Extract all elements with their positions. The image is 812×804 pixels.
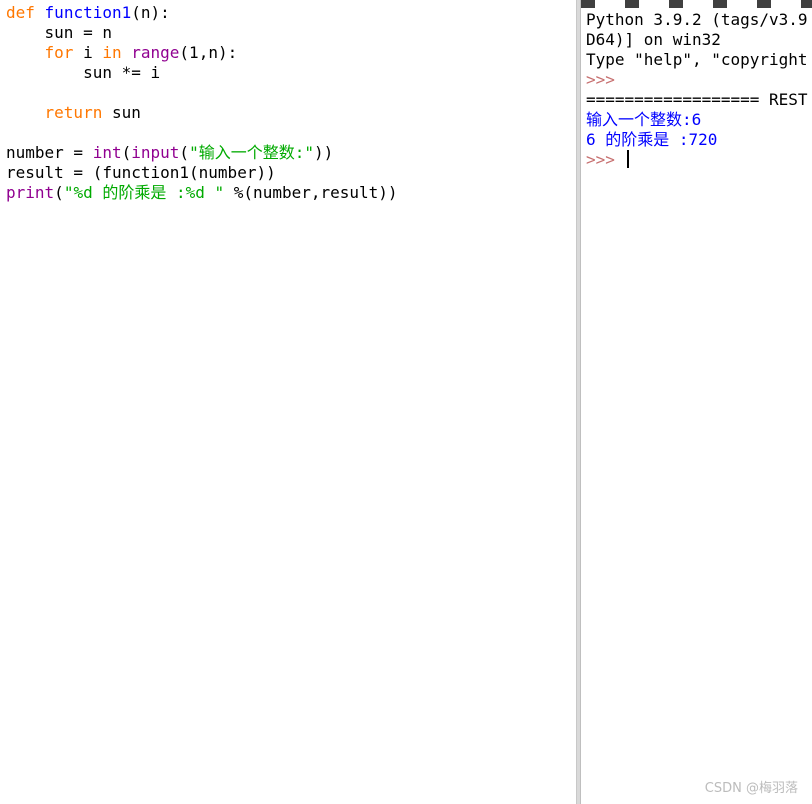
editor-token: sun = n [6, 23, 112, 42]
editor-token: (1,n): [179, 43, 238, 62]
shell-line: D64)] on win32 [586, 30, 808, 50]
editor-token: i [73, 43, 103, 62]
code-editor-text[interactable]: def function1(n): sun = n for i in range… [6, 3, 398, 203]
editor-line: sun = n [6, 23, 398, 43]
shell-line: >>> [586, 150, 808, 170]
editor-line: print("%d 的阶乘是 :%d " %(number,result)) [6, 183, 398, 203]
editor-line: return sun [6, 103, 398, 123]
editor-token: sun [102, 103, 141, 122]
editor-token: sun *= i [6, 63, 161, 82]
editor-line: sun *= i [6, 63, 398, 83]
editor-token: %(number,result)) [224, 183, 398, 202]
editor-token: in [102, 43, 122, 62]
editor-token [122, 43, 132, 62]
editor-token: "输入一个整数:" [189, 143, 314, 162]
shell-token: Type "help", "copyright [586, 50, 808, 69]
shell-token: Python 3.9.2 (tags/v3.9 [586, 10, 808, 29]
editor-token: number = [6, 143, 93, 162]
editor-token: print [6, 183, 55, 202]
editor-token: result = (function1(number)) [6, 163, 276, 182]
python-shell-pane[interactable]: Python 3.9.2 (tags/v3.9 D64)] on win32 Typ… [580, 0, 812, 804]
editor-line: result = (function1(number)) [6, 163, 398, 183]
editor-token: ( [179, 143, 190, 162]
editor-token [6, 43, 45, 62]
shell-token: ================== REST [586, 90, 808, 109]
shell-token: >>> [586, 70, 615, 89]
shell-token: 6 的阶乘是 :720 [586, 130, 718, 149]
editor-token: ( [54, 183, 64, 202]
shell-token [615, 150, 625, 169]
python-shell-output[interactable]: Python 3.9.2 (tags/v3.9 D64)] on win32 Typ… [586, 10, 808, 170]
editor-token [35, 3, 45, 22]
editor-line: number = int(input("输入一个整数:")) [6, 143, 398, 163]
text-cursor [626, 150, 629, 168]
shell-line: Python 3.9.2 (tags/v3.9 [586, 10, 808, 30]
editor-token: ( [121, 143, 132, 162]
shell-line: >>> [586, 70, 808, 90]
editor-token: input [131, 143, 180, 162]
shell-menu-bar [581, 0, 812, 8]
editor-token [6, 103, 45, 122]
shell-token: >>> [586, 150, 615, 169]
editor-token: (n): [131, 3, 170, 22]
shell-line: ================== REST [586, 90, 808, 110]
shell-line: 6 的阶乘是 :720 [586, 130, 808, 150]
editor-token: "%d 的阶乘是 :%d " [63, 183, 225, 202]
editor-token: function1 [44, 3, 132, 22]
watermark: CSDN @梅羽落 [704, 781, 798, 796]
editor-line: def function1(n): [6, 3, 398, 23]
editor-token: range [131, 43, 180, 62]
shell-token: 输入一个整数:6 [586, 110, 702, 129]
editor-token: int [92, 143, 122, 162]
editor-line: for i in range(1,n): [6, 43, 398, 63]
code-editor-pane[interactable]: def function1(n): sun = n for i in range… [0, 0, 577, 804]
editor-token: def [6, 3, 35, 22]
editor-token: )) [313, 143, 334, 162]
shell-line: 输入一个整数:6 [586, 110, 808, 130]
shell-token: D64)] on win32 [586, 30, 721, 49]
editor-token: for [44, 43, 74, 62]
editor-token: return [44, 103, 103, 122]
shell-line: Type "help", "copyright [586, 50, 808, 70]
